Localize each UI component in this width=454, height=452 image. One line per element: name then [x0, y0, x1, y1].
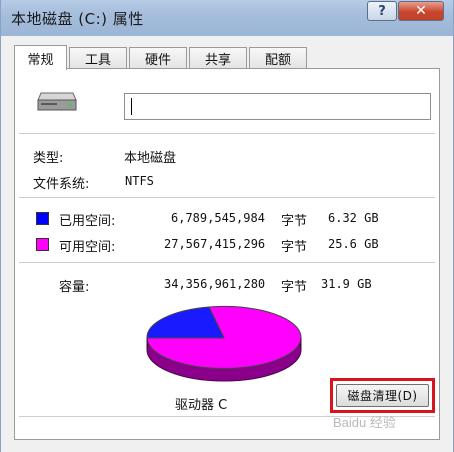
hard-drive-icon [37, 92, 77, 111]
disk-cleanup-button[interactable]: 磁盘清理(D) [336, 384, 429, 407]
used-space-bytes: 6,789,545,984 [171, 211, 265, 225]
free-space-size: 25.6 GB [328, 237, 379, 251]
type-label: 类型: [33, 151, 64, 166]
capacity-bytes: 34,356,961,280 [164, 277, 266, 291]
filesystem-value: NTFS [125, 174, 154, 188]
free-space-bytes: 27,567,415,296 [164, 237, 266, 251]
separator [19, 197, 435, 198]
used-space-unit: 字节 [281, 214, 308, 229]
capacity-size: 31.9 GB [321, 277, 372, 291]
volume-name-input[interactable] [124, 93, 431, 120]
tab-tools[interactable]: 工具 [69, 47, 127, 69]
type-value: 本地磁盘 [124, 151, 177, 166]
text-caret [131, 98, 132, 115]
free-space-label: 可用空间: [59, 240, 116, 255]
capacity-unit: 字节 [281, 280, 308, 295]
cleanup-highlight: 磁盘清理(D) [330, 378, 435, 413]
free-space-swatch [36, 238, 49, 251]
used-space-size: 6.32 GB [328, 211, 379, 225]
free-space-unit: 字节 [281, 240, 308, 255]
tab-hardware[interactable]: 硬件 [129, 47, 187, 69]
tab-quota[interactable]: 配额 [249, 47, 307, 69]
separator [19, 133, 435, 134]
tab-general[interactable]: 常规 [14, 45, 67, 70]
help-icon: ? [378, 3, 386, 19]
capacity-label: 容量: [59, 280, 90, 295]
used-space-swatch [36, 212, 49, 225]
title-bar[interactable]: 本地磁盘 (C:) 属性 ? ✕ [1, 0, 453, 36]
window-title: 本地磁盘 (C:) 属性 [11, 10, 144, 28]
separator [19, 262, 435, 263]
tab-sharing[interactable]: 共享 [189, 47, 247, 69]
usage-pie-chart [146, 305, 302, 382]
close-button[interactable]: ✕ [398, 1, 444, 21]
properties-dialog: 本地磁盘 (C:) 属性 ? ✕ 常规 工具 硬件 共享 配额 类型: 本地磁盘… [0, 0, 454, 452]
help-button[interactable]: ? [367, 1, 397, 21]
close-icon: ✕ [415, 3, 427, 19]
filesystem-label: 文件系统: [33, 177, 90, 192]
used-space-label: 已用空间: [59, 214, 116, 229]
watermark-logo: Baidu 经验 [333, 415, 396, 430]
general-panel: 类型: 本地磁盘 文件系统: NTFS 已用空间: 6,789,545,984 … [14, 68, 440, 440]
drive-label: 驱动器 C [175, 398, 228, 413]
